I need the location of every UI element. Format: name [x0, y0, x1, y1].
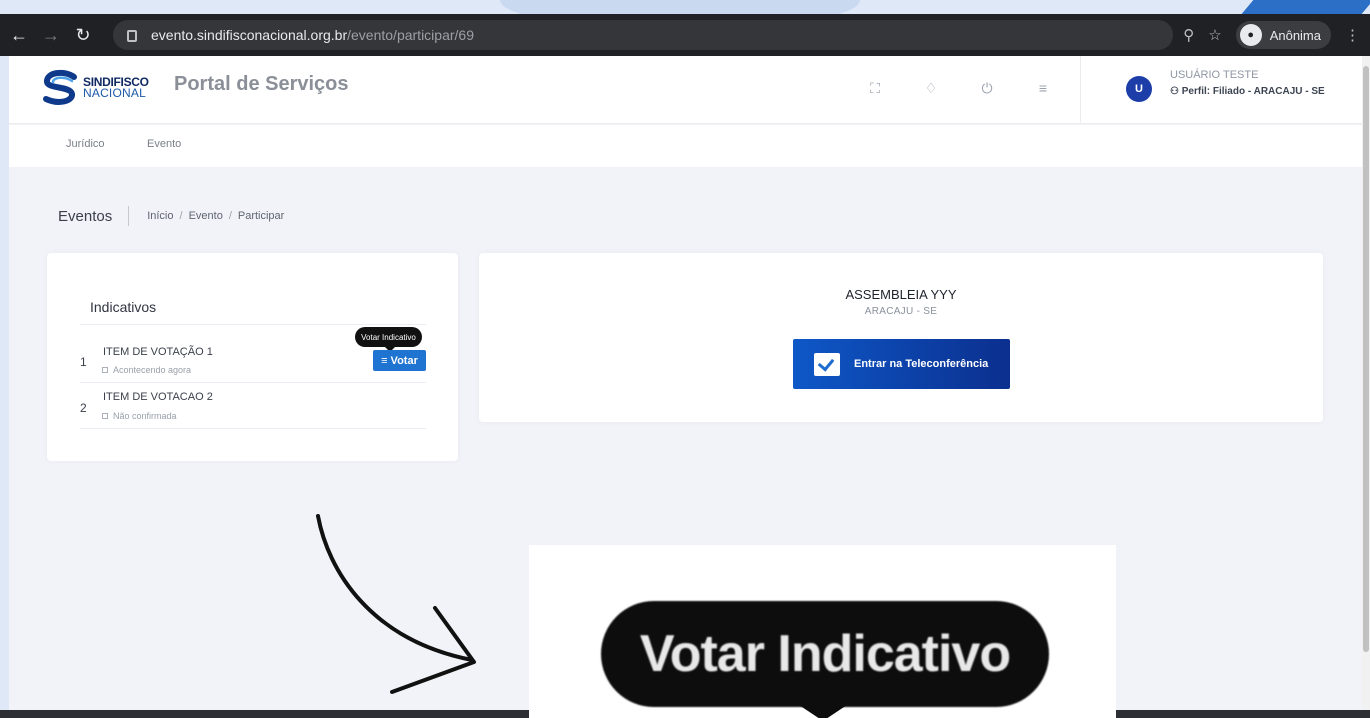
menu-item-juridico[interactable]: Jurídico — [66, 138, 105, 150]
reload-icon[interactable]: ↻ — [70, 22, 96, 48]
vote-icon: ≡ — [381, 354, 388, 367]
header-separator — [1080, 56, 1081, 124]
event-card: ASSEMBLEIA YYY ARACAJU - SE Entrar na Te… — [479, 253, 1323, 422]
breadcrumb: Início / Evento / Participar — [147, 210, 285, 222]
divider — [80, 428, 426, 429]
divider — [80, 382, 426, 383]
zoomed-tooltip-tail — [799, 705, 847, 718]
breadcrumb-evento[interactable]: Evento — [189, 210, 223, 222]
item-status: Acontecendo agora — [102, 365, 191, 375]
breadcrumb-inicio[interactable]: Início — [147, 210, 173, 222]
item-status: Não confirmada — [102, 411, 177, 421]
status-icon — [102, 413, 108, 419]
user-profile-text: Perfil: Filiado - ARACAJU - SE — [1181, 86, 1325, 97]
zoom-callout: Votar Indicativo — [529, 545, 1116, 718]
votar-tooltip: Votar Indicativo — [355, 327, 422, 352]
item-number: 2 — [80, 401, 87, 415]
page-heading: Eventos Início / Evento / Participar — [58, 206, 284, 226]
incognito-icon: ● — [1239, 24, 1262, 46]
item-title[interactable]: ITEM DE VOTAÇÃO 1 — [103, 346, 213, 358]
power-icon[interactable]: ⏻ — [979, 80, 995, 97]
background-band — [0, 0, 1370, 30]
vote-button[interactable]: ≡ Votar — [373, 350, 426, 371]
url-host: evento.sindifisconacional.org.br — [151, 27, 348, 43]
logo-line2: NACIONAL — [83, 86, 146, 100]
item-number: 1 — [80, 355, 87, 369]
status-icon — [102, 367, 108, 373]
bell-icon[interactable]: ♢ — [923, 80, 939, 97]
user-name: USUÁRIO TESTE — [1170, 69, 1259, 81]
heading-divider — [128, 206, 130, 226]
address-bar[interactable]: evento.sindifisconacional.org.br/evento/… — [113, 20, 1173, 50]
join-button-label: Entrar na Teleconferência — [854, 358, 989, 370]
page-title: Eventos — [58, 207, 113, 225]
vote-button-label: Votar — [390, 354, 418, 367]
incognito-badge[interactable]: ● Anônima — [1235, 21, 1331, 49]
forward-icon[interactable]: → — [38, 22, 64, 48]
browser-toolbar: ← → ↻ evento.sindifisconacional.org.br/e… — [0, 14, 1370, 56]
zoomed-tooltip: Votar Indicativo — [601, 601, 1049, 707]
item-title[interactable]: ITEM DE VOTACAO 2 — [103, 391, 213, 403]
star-icon[interactable]: ☆ — [1208, 26, 1221, 44]
check-icon — [814, 352, 840, 376]
list-icon[interactable]: ≡ — [1035, 80, 1051, 97]
event-name: ASSEMBLEIA YYY — [845, 287, 957, 302]
lock-icon — [127, 30, 137, 42]
left-edge — [0, 56, 9, 710]
indicativos-card: Indicativos 1 ITEM DE VOTAÇÃO 1 Acontece… — [47, 253, 458, 461]
indicativos-title: Indicativos — [90, 299, 157, 315]
user-profile: ⚇ Perfil: Filiado - ARACAJU - SE — [1170, 86, 1325, 97]
breadcrumb-participar: Participar — [237, 210, 285, 222]
menu-item-evento[interactable]: Evento — [147, 138, 181, 150]
item-status-text: Não confirmada — [113, 411, 177, 421]
back-icon[interactable]: ← — [6, 22, 32, 48]
url-path: /evento/participar/69 — [347, 27, 474, 43]
logo-text: SINDIFISCO NACIONAL — [83, 76, 149, 100]
item-status-text: Acontecendo agora — [113, 365, 192, 375]
join-teleconference-button[interactable]: Entrar na Teleconferência — [793, 339, 1010, 389]
event-location: ARACAJU - SE — [864, 306, 938, 317]
app-header: SINDIFISCO NACIONAL Portal de Serviços ⛶… — [9, 56, 1362, 124]
zoom-icon[interactable]: ⚲ — [1183, 26, 1194, 44]
incognito-label: Anônima — [1269, 27, 1321, 43]
fullscreen-icon[interactable]: ⛶ — [867, 80, 883, 97]
browser-menu-icon[interactable]: ⋮ — [1345, 26, 1360, 44]
background-accent — [1241, 0, 1370, 14]
scrollbar-thumb[interactable] — [1363, 66, 1369, 652]
curved-arrow-icon — [316, 514, 476, 694]
portal-title: Portal de Serviços — [174, 73, 349, 95]
divider — [80, 324, 426, 325]
sindifisco-logo — [43, 69, 77, 105]
main-menu: Jurídico Evento — [9, 125, 1362, 167]
users-icon: ⚇ — [1170, 86, 1182, 97]
avatar[interactable]: U — [1126, 76, 1152, 102]
